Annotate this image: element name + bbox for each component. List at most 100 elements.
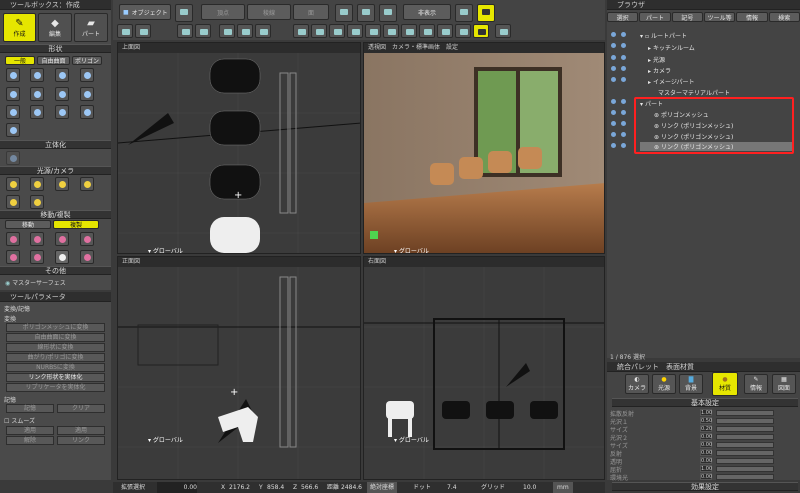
- box-view-icon[interactable]: [401, 24, 417, 38]
- viewport-top-global[interactable]: ▾ グローバル: [148, 246, 183, 253]
- viewport-perspective-global[interactable]: ▾ グローバル: [394, 246, 429, 253]
- mat-bar-gloss2[interactable]: [716, 434, 774, 440]
- mat-val-size2[interactable]: 0.00: [700, 441, 712, 448]
- mat-bar-gloss1[interactable]: [716, 418, 774, 424]
- globe-icon[interactable]: [495, 24, 511, 38]
- path-tool-icon[interactable]: [30, 250, 44, 264]
- status-coord-mode[interactable]: 絶対座標: [367, 482, 398, 493]
- star-tool-icon[interactable]: [80, 87, 94, 101]
- cone-tool-icon[interactable]: [55, 105, 69, 119]
- circle-tool-icon[interactable]: [30, 87, 44, 101]
- wireframe-icon[interactable]: [219, 24, 235, 38]
- status-unit[interactable]: mm: [553, 482, 573, 493]
- hide-menu[interactable]: 非表示: [403, 4, 451, 20]
- master-surface-item[interactable]: ◉ マスターサーフェス: [5, 278, 105, 288]
- speech-icon[interactable]: [473, 24, 489, 38]
- tree-image-part[interactable]: ▸ イメージパート: [648, 77, 694, 86]
- tab-camera[interactable]: ◐ カメラ: [625, 374, 649, 394]
- mat-val-diffuse[interactable]: 1.00: [700, 409, 712, 416]
- scale-tool-icon[interactable]: [55, 232, 69, 246]
- view-wire-icon[interactable]: [135, 24, 151, 38]
- image-icon[interactable]: [329, 24, 345, 38]
- light-tool-icon[interactable]: [6, 177, 20, 191]
- realize-replicator-button[interactable]: リプリケータを実体化: [6, 383, 105, 392]
- clear-button[interactable]: クリア: [57, 404, 105, 413]
- status-grid-value[interactable]: 10.0: [523, 482, 536, 493]
- rotate-view-icon[interactable]: [357, 4, 375, 22]
- tab-parts[interactable]: パート: [639, 12, 671, 22]
- edge-mode-button[interactable]: 稜線: [247, 4, 291, 20]
- light-view-icon[interactable]: [311, 24, 327, 38]
- sphere-tool-icon[interactable]: [30, 105, 44, 119]
- smooth-apply2-button[interactable]: 適用: [57, 426, 105, 435]
- translate-tool-icon[interactable]: [6, 232, 20, 246]
- frame-icon[interactable]: [419, 24, 435, 38]
- ruler-icon[interactable]: [365, 24, 381, 38]
- curve-tool-icon[interactable]: [30, 68, 44, 82]
- to-polymesh-button[interactable]: ポリゴンメッシュに変換: [6, 323, 105, 332]
- object-menu[interactable]: ■ オブジェクト: [119, 4, 171, 20]
- tree-master-material[interactable]: マスターマテリアルパート: [658, 88, 730, 97]
- rotate-tool-icon[interactable]: [30, 232, 44, 246]
- preview-icon[interactable]: [293, 24, 309, 38]
- extrude-tool-icon[interactable]: [6, 151, 20, 165]
- camera-tool-icon[interactable]: [30, 195, 44, 209]
- visibility-toggles[interactable]: [609, 32, 639, 150]
- tree-camera[interactable]: ▸ カメラ: [648, 66, 671, 75]
- mirror-tool-icon[interactable]: [80, 232, 94, 246]
- shear-tool-icon[interactable]: [6, 250, 20, 264]
- mat-bar-reflection[interactable]: [716, 450, 774, 456]
- map-icon[interactable]: [347, 24, 363, 38]
- tab-edit[interactable]: ◆ 編集: [38, 13, 72, 42]
- tab-light[interactable]: ● 光源: [652, 374, 676, 394]
- texture-icon[interactable]: [255, 24, 271, 38]
- mat-val-transparency[interactable]: 0.00: [700, 457, 712, 464]
- tab-select[interactable]: 選択: [607, 12, 639, 22]
- tab-tools[interactable]: ツール等: [703, 12, 736, 22]
- viewport-right-global[interactable]: ▾ グローバル: [394, 435, 429, 444]
- grid-icon[interactable]: [177, 24, 193, 38]
- linelight-tool-icon[interactable]: [80, 177, 94, 191]
- viewport-right[interactable]: 右面図 ▾ グローバル: [363, 256, 605, 480]
- cylinder-tool-icon[interactable]: [6, 123, 20, 137]
- tree-polymesh[interactable]: ⊛ ポリゴンメッシュ: [654, 110, 709, 119]
- to-freeform-button[interactable]: 自由曲面に変換: [6, 333, 105, 342]
- wave-tool-icon[interactable]: [80, 68, 94, 82]
- tab-search[interactable]: 検索: [768, 12, 800, 22]
- tab-part[interactable]: ▰ パート: [74, 13, 108, 42]
- mode-move[interactable]: 移動: [5, 220, 51, 229]
- mode-polygon[interactable]: ポリゴン: [72, 56, 102, 65]
- mat-bar-refraction[interactable]: [716, 466, 774, 472]
- tab-drawing[interactable]: ▦ 図面: [772, 374, 796, 394]
- mat-val-refraction[interactable]: 1.00: [700, 465, 712, 472]
- vertex-mode-button[interactable]: 頂点: [201, 4, 245, 20]
- box-tool-icon[interactable]: [6, 105, 20, 119]
- mode-freeform[interactable]: 自由曲面: [37, 56, 70, 65]
- pointlight-tool-icon[interactable]: [55, 177, 69, 191]
- tab-symbols[interactable]: 記号: [671, 12, 703, 22]
- tab-material[interactable]: ● 材質: [712, 372, 738, 396]
- wedge-tool-icon[interactable]: [80, 105, 94, 119]
- mat-bar-transparency[interactable]: [716, 458, 774, 464]
- show-icon[interactable]: [455, 4, 473, 22]
- smooth-apply-button[interactable]: 適用: [6, 426, 54, 435]
- tree-link-3[interactable]: ⊛ リンク (ポリゴンメッシュ): [640, 142, 792, 151]
- viewport-front[interactable]: 正面図 + ▾ グローバル: [117, 256, 361, 480]
- mat-bar-size1[interactable]: [716, 426, 774, 432]
- shaded-icon[interactable]: [237, 24, 253, 38]
- layout-icon[interactable]: [195, 24, 211, 38]
- tree-root-part[interactable]: ▾ ▫ ルートパート: [640, 31, 687, 40]
- zoom-view-icon[interactable]: [379, 4, 397, 22]
- to-nurbs-button[interactable]: NURBSに変換: [6, 363, 105, 372]
- mat-val-size1[interactable]: 0.20: [700, 425, 712, 432]
- mode-general[interactable]: 一般: [5, 56, 35, 65]
- tab-create[interactable]: ✎ 作成: [3, 13, 36, 42]
- tab-information[interactable]: ✎ 情報: [744, 374, 768, 394]
- mat-bar-ambient[interactable]: [716, 474, 774, 480]
- ellipse-tool-icon[interactable]: [55, 87, 69, 101]
- sun-tool-icon[interactable]: [6, 195, 20, 209]
- to-curve-button[interactable]: 曲がり/ポリゴに変換: [6, 353, 105, 362]
- view-sphere-icon[interactable]: [117, 24, 133, 38]
- spotlight-tool-icon[interactable]: [30, 177, 44, 191]
- link-tool-icon[interactable]: [55, 250, 69, 264]
